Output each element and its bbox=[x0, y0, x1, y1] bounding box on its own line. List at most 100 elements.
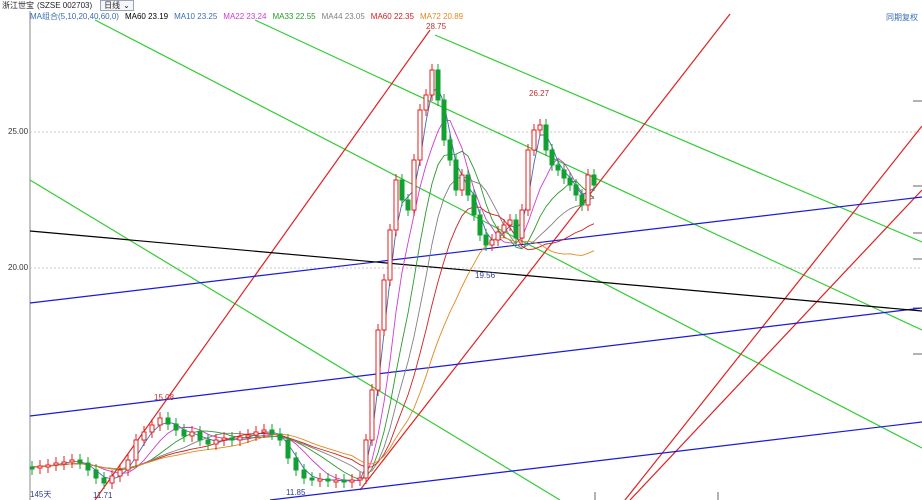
period-dropdown[interactable]: 日线 ⌄ bbox=[100, 0, 134, 11]
candle bbox=[435, 69, 441, 101]
candle bbox=[325, 478, 331, 482]
ma-group-label[interactable]: MA组合(5,10,20,40,60,0) bbox=[30, 11, 119, 22]
candle bbox=[471, 194, 477, 216]
candle bbox=[543, 124, 549, 151]
candle bbox=[399, 179, 405, 201]
candle bbox=[125, 459, 131, 471]
candle bbox=[37, 465, 43, 469]
candle bbox=[253, 431, 259, 436]
candle bbox=[333, 479, 339, 483]
candle bbox=[349, 479, 355, 483]
candle bbox=[405, 199, 411, 211]
candle bbox=[61, 461, 67, 465]
candle bbox=[555, 164, 561, 171]
candle bbox=[205, 439, 211, 445]
candle bbox=[363, 439, 369, 479]
candle bbox=[537, 124, 543, 131]
candle bbox=[465, 174, 471, 196]
y-tick-25: 25.00 bbox=[8, 127, 29, 136]
candle bbox=[317, 478, 323, 482]
candle bbox=[29, 466, 35, 470]
candle bbox=[459, 174, 465, 191]
candle bbox=[229, 437, 235, 441]
candle bbox=[149, 424, 155, 433]
candle bbox=[341, 479, 347, 483]
stock-selector[interactable]: 浙江世宝 (SZSE 002703) bbox=[0, 0, 92, 11]
candle bbox=[477, 214, 483, 236]
candle bbox=[591, 174, 597, 186]
candle bbox=[261, 429, 267, 433]
y-tick-20: 20.00 bbox=[8, 263, 29, 272]
candle bbox=[165, 417, 171, 425]
candle bbox=[483, 234, 489, 246]
candle bbox=[501, 224, 507, 233]
candle bbox=[245, 434, 251, 438]
candle bbox=[109, 475, 115, 484]
ma-item: MA33 22.55 bbox=[272, 12, 316, 21]
candle bbox=[85, 462, 91, 471]
candle bbox=[369, 389, 375, 441]
candle bbox=[189, 431, 195, 437]
candle bbox=[181, 429, 187, 437]
candle bbox=[381, 279, 387, 331]
ma-legend-bar: MA组合(5,10,20,40,60,0) MA60 23.19 MA10 23… bbox=[30, 11, 463, 22]
candle bbox=[53, 462, 59, 466]
ma-item: MA72 20.89 bbox=[419, 12, 464, 21]
candle bbox=[549, 149, 555, 166]
candle bbox=[453, 159, 459, 191]
candle bbox=[561, 169, 567, 179]
candle bbox=[513, 219, 519, 239]
period-label: 日线 bbox=[104, 1, 121, 10]
candle bbox=[447, 139, 453, 161]
candle bbox=[495, 231, 501, 241]
high-peak-label: 28.75 bbox=[426, 22, 447, 31]
candle bbox=[573, 184, 579, 196]
candle bbox=[423, 94, 429, 111]
candle bbox=[441, 99, 447, 141]
candle bbox=[293, 457, 299, 471]
candle bbox=[429, 69, 435, 96]
second-peak-label: 26.27 bbox=[529, 89, 550, 98]
stock-name: 浙江世宝 bbox=[2, 1, 34, 10]
candle bbox=[69, 459, 75, 463]
ma-item: MA44 23.05 bbox=[321, 12, 365, 21]
candle bbox=[387, 229, 393, 281]
chevron-down-icon: ⌄ bbox=[123, 1, 130, 10]
candle bbox=[393, 179, 399, 231]
candle bbox=[579, 194, 585, 206]
ma-item: MA10 23.25 bbox=[174, 12, 218, 21]
candle bbox=[525, 149, 531, 211]
candle bbox=[489, 239, 495, 246]
candle bbox=[133, 439, 139, 461]
ma-item: MA22 23.24 bbox=[223, 12, 267, 21]
swing-low-label: 19.56 bbox=[475, 271, 496, 280]
candle bbox=[411, 159, 417, 211]
candle bbox=[157, 417, 163, 426]
candle bbox=[117, 469, 123, 477]
candle bbox=[507, 219, 513, 226]
left-low-label: 11.71 bbox=[93, 491, 113, 500]
candle bbox=[301, 469, 307, 479]
chart-toolbar: 浙江世宝 (SZSE 002703) 日线 ⌄ bbox=[0, 0, 922, 11]
candle bbox=[277, 433, 283, 441]
adjust-mode-label[interactable]: 同期复权 bbox=[886, 12, 918, 23]
stock-code: (SZSE 002703) bbox=[37, 1, 93, 10]
candle bbox=[309, 477, 315, 481]
candle bbox=[221, 437, 227, 441]
candlestick-chart[interactable]: 25.00 20.00 28.75 26.27 15.08 11.71 11.8… bbox=[0, 0, 922, 500]
candle bbox=[567, 177, 573, 186]
mid-low-label: 11.85 bbox=[286, 488, 306, 497]
candle bbox=[417, 109, 423, 161]
ma-item: MA60 22.35 bbox=[370, 12, 414, 21]
candle bbox=[375, 329, 381, 391]
candle bbox=[77, 459, 83, 464]
ma-item: MA60 23.19 bbox=[124, 12, 169, 21]
candle bbox=[585, 174, 591, 206]
candle bbox=[45, 464, 51, 468]
candle bbox=[213, 439, 219, 445]
candle bbox=[141, 431, 147, 441]
candle bbox=[173, 423, 179, 431]
left-peak-label: 15.08 bbox=[154, 393, 175, 402]
candle bbox=[285, 439, 291, 459]
candle bbox=[93, 469, 99, 479]
